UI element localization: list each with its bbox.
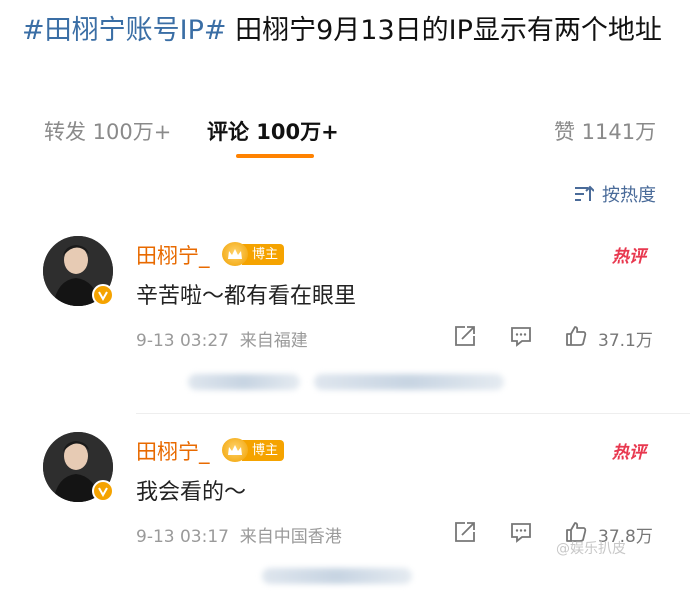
tab-reposts[interactable]: 转发 100万+ <box>44 116 171 146</box>
blogger-badge-label: 博主 <box>242 439 285 461</box>
active-tab-indicator <box>236 154 314 158</box>
hot-comment-tag: 热评 <box>612 247 646 267</box>
post-title: #田栩宁账号IP# 田栩宁9月13日的IP显示有两个地址 <box>22 12 662 50</box>
sort-label: 按热度 <box>602 185 656 206</box>
blogger-badge-label: 博主 <box>242 243 285 265</box>
watermark: @娱乐扒皮 <box>556 541 626 557</box>
tab-likes[interactable]: 赞 1141万 <box>554 116 656 146</box>
hot-comment-tag: 热评 <box>612 443 646 463</box>
share-icon[interactable] <box>453 520 477 544</box>
comment-text: 辛苦啦～都有看在眼里 <box>136 284 357 309</box>
crown-icon <box>222 242 248 266</box>
share-icon[interactable] <box>453 324 477 348</box>
blurred-reply-preview <box>188 374 300 390</box>
blurred-reply-preview <box>314 374 504 390</box>
crown-icon <box>222 438 248 462</box>
like-icon[interactable] <box>564 324 588 348</box>
blurred-reply-preview <box>262 568 412 584</box>
verified-badge-icon <box>92 284 114 306</box>
blogger-badge: 博主 <box>222 242 285 266</box>
comment-icon[interactable] <box>509 324 533 348</box>
like-count: 37.1万 <box>598 331 653 351</box>
sort-button[interactable]: 按热度 <box>574 181 656 207</box>
blogger-badge: 博主 <box>222 438 285 462</box>
comment-actions: 37.1万 <box>0 322 690 352</box>
comment-username[interactable]: 田栩宁_ <box>136 436 210 466</box>
post-title-text: 田栩宁9月13日的IP显示有两个地址 <box>226 15 662 46</box>
sort-icon <box>575 185 594 201</box>
comment-divider <box>136 413 690 414</box>
comment-username[interactable]: 田栩宁_ <box>136 240 210 270</box>
topic-hashtag-link[interactable]: #田栩宁账号IP# <box>22 15 227 46</box>
tab-comments[interactable]: 评论 100万+ <box>207 116 339 146</box>
comment-text: 我会看的～ <box>136 480 247 505</box>
comment-icon[interactable] <box>509 520 533 544</box>
interaction-tabs: 转发 100万+ 评论 100万+ 赞 1141万 <box>0 108 690 160</box>
verified-badge-icon <box>92 480 114 502</box>
